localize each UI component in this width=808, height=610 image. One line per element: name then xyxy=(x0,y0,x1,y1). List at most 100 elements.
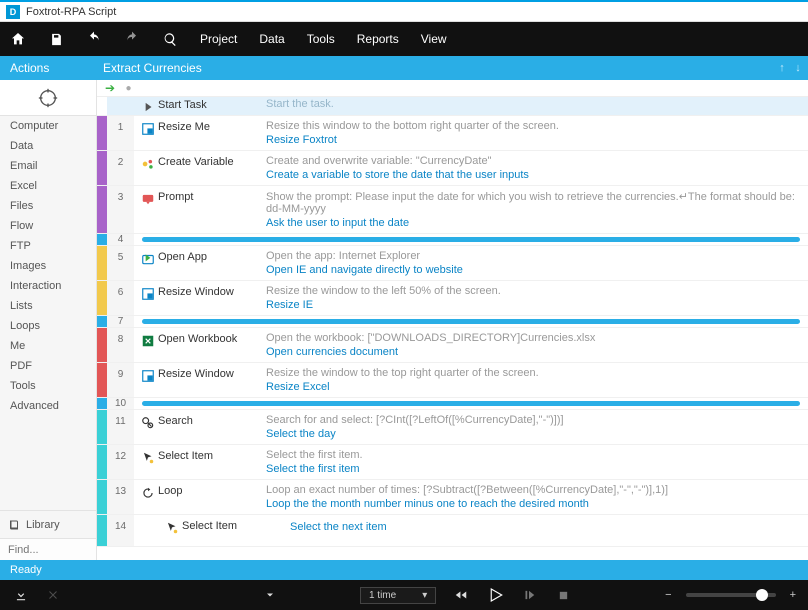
step-comment-link[interactable]: Resize IE xyxy=(266,299,800,311)
step-number: 14 xyxy=(107,515,134,546)
script-step[interactable]: 14Select ItemSelect the next item xyxy=(97,515,808,547)
step-comment-link[interactable]: Open currencies document xyxy=(266,346,800,358)
step-description: Resize the window to the top right quart… xyxy=(266,367,539,379)
step-name: Open Workbook xyxy=(158,332,266,358)
move-down-icon[interactable]: ↓ xyxy=(792,62,808,74)
menu-view[interactable]: View xyxy=(421,32,447,46)
sidebar-item-loops[interactable]: Loops xyxy=(0,316,96,336)
script-step[interactable]: Start TaskStart the task. xyxy=(97,97,808,116)
move-up-icon[interactable]: ↑ xyxy=(776,62,792,74)
step-number: 5 xyxy=(107,246,134,280)
step-comment-link[interactable]: Create a variable to store the date that… xyxy=(266,169,800,181)
step-name: Prompt xyxy=(158,190,266,229)
step-number: 3 xyxy=(107,186,134,233)
sidebar-item-email[interactable]: Email xyxy=(0,156,96,176)
step-divider: 10 xyxy=(97,398,808,410)
step-icon[interactable] xyxy=(520,586,538,604)
step-name: Resize Window xyxy=(158,285,266,311)
step-icon xyxy=(138,367,158,393)
script-step[interactable]: 12Select ItemSelect the first item.Selec… xyxy=(97,445,808,480)
library-button[interactable]: Library xyxy=(0,510,96,538)
step-description: Loop an exact number of times: [?Subtrac… xyxy=(266,484,668,496)
chevron-down-icon[interactable] xyxy=(261,586,279,604)
step-comment-link[interactable]: Open IE and navigate directly to website xyxy=(266,264,800,276)
target-picker[interactable] xyxy=(0,80,96,116)
step-name: Loop xyxy=(158,484,266,510)
search-icon[interactable] xyxy=(162,31,178,47)
step-comment-link[interactable]: Resize Excel xyxy=(266,381,800,393)
title-doc: RPA Script xyxy=(64,6,116,18)
menu-data[interactable]: Data xyxy=(259,32,284,46)
download-icon[interactable] xyxy=(12,586,30,604)
step-comment-link[interactable]: Loop the the month number minus one to r… xyxy=(266,498,800,510)
step-comment-link[interactable]: Select the next item xyxy=(290,521,800,533)
title-app: Foxtrot xyxy=(26,6,60,18)
sidebar-item-advanced[interactable]: Advanced xyxy=(0,396,96,416)
menu-project[interactable]: Project xyxy=(200,32,237,46)
player-bar: 1 time ▾ − + xyxy=(0,580,808,610)
step-comment-link[interactable]: Select the first item xyxy=(266,463,800,475)
sidebar-item-excel[interactable]: Excel xyxy=(0,176,96,196)
script-step[interactable]: 9Resize WindowResize the window to the t… xyxy=(97,363,808,398)
sidebar-item-lists[interactable]: Lists xyxy=(0,296,96,316)
sidebar-item-interaction[interactable]: Interaction xyxy=(0,276,96,296)
script-step[interactable]: 1Resize MeResize this window to the bott… xyxy=(97,116,808,151)
step-icon xyxy=(138,120,158,146)
step-description: Create and overwrite variable: "Currency… xyxy=(266,155,491,167)
script-step[interactable]: 13 LoopLoop an exact number of times: [?S… xyxy=(97,480,808,515)
undo-icon[interactable] xyxy=(86,31,102,47)
step-description: Start the task. xyxy=(266,98,334,110)
play-icon[interactable] xyxy=(486,586,504,604)
script-step[interactable]: 3PromptShow the prompt: Please input the… xyxy=(97,186,808,234)
dropdown-caret-icon: ▾ xyxy=(422,590,427,601)
script-header: ➔ ● xyxy=(97,80,808,97)
script-step[interactable]: 8Open WorkbookOpen the workbook: ["DOWNL… xyxy=(97,328,808,363)
speed-plus[interactable]: + xyxy=(790,589,796,601)
find-box xyxy=(0,538,96,560)
step-name: Start Task xyxy=(158,98,266,114)
step-number: 6 xyxy=(107,281,134,315)
step-number xyxy=(107,97,134,115)
repeat-label: 1 time xyxy=(369,590,396,601)
app-logo-icon: D xyxy=(6,5,20,19)
script-step[interactable]: 6 Resize WindowResize the window to the l… xyxy=(97,281,808,316)
step-name: Open App xyxy=(158,250,266,276)
rewind-icon[interactable] xyxy=(452,586,470,604)
menu-tools[interactable]: Tools xyxy=(307,32,335,46)
sidebar-item-flow[interactable]: Flow xyxy=(0,216,96,236)
menu-reports[interactable]: Reports xyxy=(357,32,399,46)
script-step[interactable]: 2Create VariableCreate and overwrite var… xyxy=(97,151,808,186)
step-description: Select the first item. xyxy=(266,449,363,461)
sidebar-item-ftp[interactable]: FTP xyxy=(0,236,96,256)
sidebar-item-pdf[interactable]: PDF xyxy=(0,356,96,376)
step-description: Resize the window to the left 50% of the… xyxy=(266,285,501,297)
home-icon[interactable] xyxy=(10,31,26,47)
sidebar-item-computer[interactable]: Computer xyxy=(0,116,96,136)
step-icon xyxy=(162,519,182,542)
script-step[interactable]: 11SearchSearch for and select: [?CInt([?… xyxy=(97,410,808,445)
save-icon[interactable] xyxy=(48,31,64,47)
find-input[interactable] xyxy=(0,539,96,560)
sidebar-item-images[interactable]: Images xyxy=(0,256,96,276)
step-icon xyxy=(138,190,158,229)
step-number: 1 xyxy=(107,116,134,150)
redo-icon[interactable] xyxy=(124,31,140,47)
speed-slider[interactable] xyxy=(686,593,776,597)
sidebar-item-tools[interactable]: Tools xyxy=(0,376,96,396)
step-comment-link[interactable]: Resize Foxtrot xyxy=(266,134,800,146)
script-step[interactable]: 5Open AppOpen the app: Internet Explorer… xyxy=(97,246,808,281)
run-pointer-icon[interactable]: ➔ xyxy=(97,81,123,95)
close-icon[interactable] xyxy=(44,586,62,604)
step-icon xyxy=(138,285,158,311)
sidebar-item-me[interactable]: Me xyxy=(0,336,96,356)
header-bar: Actions Extract Currencies ↑ ↓ xyxy=(0,56,808,80)
sidebar-item-data[interactable]: Data xyxy=(0,136,96,156)
step-comment-link[interactable]: Select the day xyxy=(266,428,800,440)
sidebar-item-files[interactable]: Files xyxy=(0,196,96,216)
speed-minus[interactable]: − xyxy=(665,589,671,601)
header-title: Extract Currencies xyxy=(97,61,776,75)
repeat-dropdown[interactable]: 1 time ▾ xyxy=(360,587,436,604)
stop-icon[interactable] xyxy=(554,586,572,604)
step-number: 13 xyxy=(107,480,134,514)
step-comment-link[interactable]: Ask the user to input the date xyxy=(266,217,800,229)
